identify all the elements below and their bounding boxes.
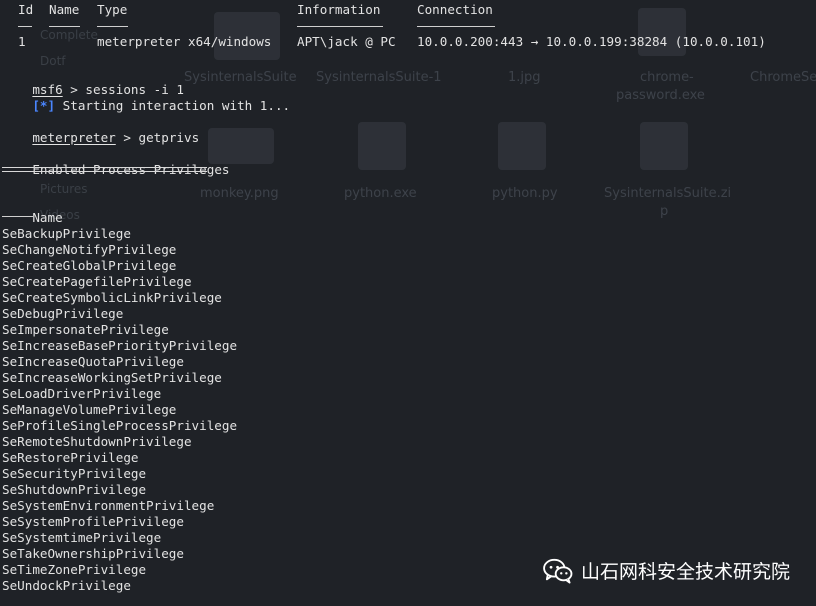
wechat-icon	[543, 558, 573, 584]
status-text: Starting interaction with 1...	[55, 98, 291, 113]
privilege-item: SeCreateSymbolicLinkPrivilege	[2, 290, 222, 305]
watermark-text: 山石网科安全技术研究院	[580, 561, 790, 583]
meterpreter-prompt: meterpreter	[32, 130, 116, 145]
privilege-item: SeSystemProfilePrivilege	[2, 514, 184, 529]
privilege-item: SeProfileSingleProcessPrivilege	[2, 418, 238, 433]
privilege-item: SeImpersonatePrivilege	[2, 322, 169, 337]
privilege-item: SeBackupPrivilege	[2, 226, 131, 241]
session-type: meterpreter x64/windows	[97, 34, 272, 49]
privileges-heading: Enabled Process Privileges	[32, 162, 230, 177]
command-line: msf6 > sessions -i 1	[2, 66, 184, 97]
table-row: 1 meterpreter x64/windows APT\jack @ PC …	[2, 34, 802, 50]
privilege-item: SeRemoteShutdownPrivilege	[2, 434, 192, 449]
privilege-item: SeIncreaseQuotaPrivilege	[2, 354, 184, 369]
privilege-item: SeSystemEnvironmentPrivilege	[2, 498, 215, 513]
privilege-item: SeIncreaseBasePriorityPrivilege	[2, 338, 238, 353]
sessions-table-rule	[2, 16, 802, 32]
session-id: 1	[18, 34, 26, 49]
column-header: Name	[32, 210, 63, 225]
privilege-item: SeSystemtimePrivilege	[2, 530, 162, 545]
privilege-item: SeRestorePrivilege	[2, 450, 139, 465]
column-underline	[2, 216, 33, 217]
command-line: meterpreter > getprivs	[2, 114, 199, 145]
status-line: [*] Starting interaction with 1...	[2, 82, 290, 113]
info-marker: [*]	[32, 98, 56, 113]
privilege-item: SeTimeZonePrivilege	[2, 562, 147, 577]
privilege-item: SeChangeNotifyPrivilege	[2, 242, 177, 257]
privilege-item: SeDebugPrivilege	[2, 306, 124, 321]
privilege-item: SeSecurityPrivilege	[2, 466, 147, 481]
privilege-item: SeUndockPrivilege	[2, 578, 131, 593]
session-information: APT\jack @ PC	[297, 34, 396, 49]
watermark: 山石网科安全技术研究院	[543, 557, 790, 584]
privilege-item: SeLoadDriverPrivilege	[2, 386, 162, 401]
command-text: > getprivs	[115, 130, 200, 145]
terminal-output[interactable]: Id Name Type Information Connection 1 me…	[0, 0, 816, 606]
privilege-item: SeIncreaseWorkingSetPrivilege	[2, 370, 222, 385]
heading-underline	[2, 167, 207, 172]
privilege-item: SeCreateGlobalPrivilege	[2, 258, 177, 273]
privilege-item: SeShutdownPrivilege	[2, 482, 147, 497]
session-connection: 10.0.0.200:443 → 10.0.0.199:38284 (10.0.…	[417, 34, 766, 49]
privilege-item: SeTakeOwnershipPrivilege	[2, 546, 184, 561]
privilege-item: SeManageVolumePrivilege	[2, 402, 177, 417]
privilege-item: SeCreatePagefilePrivilege	[2, 274, 192, 289]
